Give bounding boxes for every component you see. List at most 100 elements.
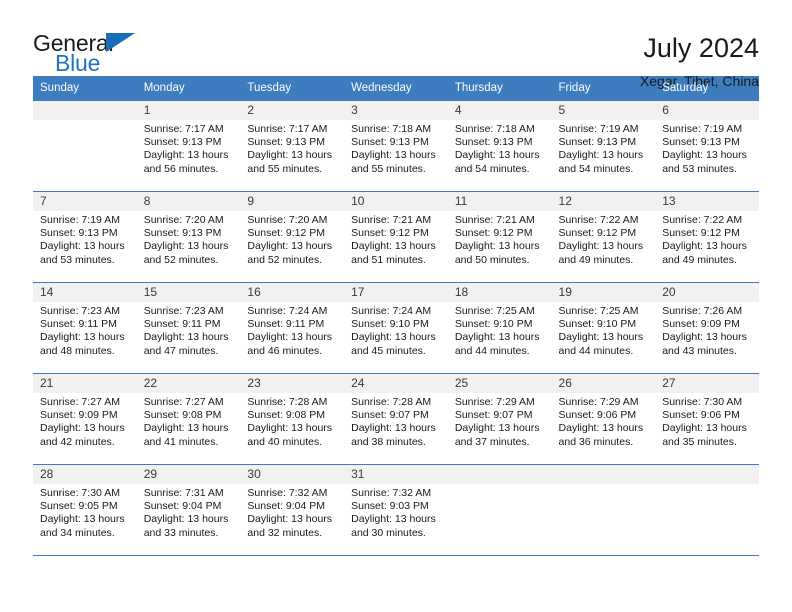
calendar-day-cell[interactable]: 13 Sunrise: 7:22 AM Sunset: 9:12 PM Dayligh… (655, 191, 759, 283)
sunrise-time: Sunrise: 7:29 AM (454, 396, 535, 408)
daylight-duration-line2: and 53 minutes. (662, 162, 737, 175)
sunset-time: Sunset: 9:10 PM (454, 318, 533, 331)
day-sun-info: Sunrise: 7:20 AM Sunset: 9:12 PM Daylight:… (240, 211, 344, 267)
calendar-day-cell[interactable]: 4 Sunrise: 7:18 AM Sunset: 9:13 PM Daylight… (447, 100, 552, 192)
day-number: 20 (655, 283, 759, 302)
sunrise-time: Sunrise: 7:30 AM (662, 396, 743, 408)
day-sun-info: Sunrise: 7:28 AM Sunset: 9:08 PM Daylight:… (240, 393, 344, 449)
sunset-time: Sunset: 9:13 PM (143, 136, 222, 149)
day-sun-info: Sunrise: 7:24 AM Sunset: 9:11 PM Daylight:… (240, 302, 344, 358)
calendar-day-cell[interactable]: 12 Sunrise: 7:22 AM Sunset: 9:12 PM Dayligh… (551, 191, 656, 283)
calendar-day-cell[interactable]: 7 Sunrise: 7:19 AM Sunset: 9:13 PM Daylight… (33, 191, 137, 283)
calendar-day-cell[interactable]: 26 Sunrise: 7:29 AM Sunset: 9:06 PM Dayligh… (551, 373, 656, 465)
day-number (551, 465, 656, 484)
daylight-duration-line2: and 50 minutes. (454, 253, 530, 266)
daylight-duration-line1: Daylight: 13 hours (454, 149, 540, 162)
day-sun-info: Sunrise: 7:21 AM Sunset: 9:12 PM Daylight:… (448, 211, 552, 267)
sunset-time: Sunset: 9:12 PM (247, 227, 326, 240)
day-number: 14 (33, 283, 137, 302)
calendar-day-cell[interactable]: 25 Sunrise: 7:29 AM Sunset: 9:07 PM Dayligh… (447, 373, 552, 465)
calendar-day-cell[interactable]: 18 Sunrise: 7:25 AM Sunset: 9:10 PM Dayligh… (447, 282, 552, 374)
calendar-day-cell[interactable]: 16 Sunrise: 7:24 AM Sunset: 9:11 PM Dayligh… (240, 282, 345, 374)
day-cell-inner: 18 Sunrise: 7:25 AM Sunset: 9:10 PM Dayligh… (447, 283, 552, 373)
calendar-day-cell[interactable]: 8 Sunrise: 7:20 AM Sunset: 9:13 PM Daylight… (136, 191, 241, 283)
daylight-duration-line2: and 45 minutes. (351, 344, 426, 357)
day-sun-info: Sunrise: 7:21 AM Sunset: 9:12 PM Daylight:… (344, 211, 448, 267)
daylight-duration-line1: Daylight: 13 hours (40, 331, 125, 344)
sunset-time: Sunset: 9:13 PM (351, 136, 429, 149)
sunrise-time: Sunrise: 7:18 AM (454, 123, 535, 135)
day-sun-info: Sunrise: 7:27 AM Sunset: 9:08 PM Daylight:… (137, 393, 241, 449)
calendar-day-cell[interactable]: 24 Sunrise: 7:28 AM Sunset: 9:07 PM Dayligh… (344, 373, 448, 465)
day-number: 29 (136, 465, 241, 484)
day-cell-inner: 29 Sunrise: 7:31 AM Sunset: 9:04 PM Dayligh… (136, 465, 241, 555)
day-cell-inner (655, 465, 759, 555)
daylight-duration-line1: Daylight: 13 hours (143, 149, 229, 162)
daylight-duration-line2: and 34 minutes. (40, 526, 115, 539)
daylight-duration-line1: Daylight: 13 hours (662, 422, 747, 435)
day-number: 23 (240, 374, 345, 393)
sunset-time: Sunset: 9:13 PM (454, 136, 533, 149)
daylight-duration-line2: and 32 minutes. (247, 526, 323, 539)
calendar-day-cell[interactable]: 3 Sunrise: 7:18 AM Sunset: 9:13 PM Daylight… (344, 100, 448, 192)
daylight-duration-line1: Daylight: 13 hours (247, 422, 333, 435)
calendar-day-cell[interactable]: 17 Sunrise: 7:24 AM Sunset: 9:10 PM Dayligh… (344, 282, 448, 374)
sunrise-time: Sunrise: 7:25 AM (454, 305, 535, 317)
sunset-time: Sunset: 9:12 PM (662, 227, 740, 240)
day-cell-inner: 2 Sunrise: 7:17 AM Sunset: 9:13 PM Daylight… (240, 101, 345, 191)
day-cell-inner: 22 Sunrise: 7:27 AM Sunset: 9:08 PM Dayligh… (136, 374, 241, 464)
calendar-day-cell[interactable]: 19 Sunrise: 7:25 AM Sunset: 9:10 PM Dayligh… (551, 282, 656, 374)
calendar-day-cell[interactable]: 10 Sunrise: 7:21 AM Sunset: 9:12 PM Dayligh… (344, 191, 448, 283)
calendar-day-cell[interactable]: 27 Sunrise: 7:30 AM Sunset: 9:06 PM Dayligh… (655, 373, 759, 465)
day-cell-inner: 20 Sunrise: 7:26 AM Sunset: 9:09 PM Dayligh… (655, 283, 759, 373)
daylight-duration-line2: and 56 minutes. (143, 162, 219, 175)
day-cell-inner: 7 Sunrise: 7:19 AM Sunset: 9:13 PM Daylight… (33, 192, 137, 282)
day-cell-inner: 16 Sunrise: 7:24 AM Sunset: 9:11 PM Dayligh… (240, 283, 345, 373)
calendar-day-cell[interactable]: 23 Sunrise: 7:28 AM Sunset: 9:08 PM Dayligh… (240, 373, 345, 465)
calendar-day-cell[interactable]: 20 Sunrise: 7:26 AM Sunset: 9:09 PM Dayligh… (655, 282, 759, 374)
calendar-day-cell[interactable]: 29 Sunrise: 7:31 AM Sunset: 9:04 PM Dayligh… (136, 464, 241, 555)
daylight-duration-line1: Daylight: 13 hours (351, 149, 436, 162)
day-sun-info: Sunrise: 7:30 AM Sunset: 9:06 PM Daylight:… (655, 393, 759, 449)
sunset-time: Sunset: 9:08 PM (143, 409, 222, 422)
calendar-day-cell[interactable]: 6 Sunrise: 7:19 AM Sunset: 9:13 PM Daylight… (655, 100, 759, 192)
general-blue-logo[interactable]: General Blue (33, 30, 143, 78)
day-sun-info: Sunrise: 7:23 AM Sunset: 9:11 PM Daylight:… (33, 302, 137, 358)
calendar-bottom-rule (33, 555, 759, 556)
day-sun-info: Sunrise: 7:18 AM Sunset: 9:13 PM Daylight:… (344, 120, 448, 176)
daylight-duration-line1: Daylight: 13 hours (247, 149, 333, 162)
day-sun-info: Sunrise: 7:27 AM Sunset: 9:09 PM Daylight:… (33, 393, 137, 449)
calendar-day-cell[interactable]: 11 Sunrise: 7:21 AM Sunset: 9:12 PM Dayligh… (447, 191, 552, 283)
sunrise-time: Sunrise: 7:27 AM (40, 396, 120, 408)
sunset-time: Sunset: 9:09 PM (662, 318, 740, 331)
calendar-day-cell[interactable]: 30 Sunrise: 7:32 AM Sunset: 9:04 PM Dayligh… (240, 464, 345, 555)
day-number: 28 (33, 465, 137, 484)
calendar-day-cell[interactable]: 9 Sunrise: 7:20 AM Sunset: 9:12 PM Daylight… (240, 191, 345, 283)
sunset-time: Sunset: 9:11 PM (40, 318, 117, 331)
calendar-day-cell[interactable]: 21 Sunrise: 7:27 AM Sunset: 9:09 PM Dayligh… (33, 373, 137, 465)
sunrise-time: Sunrise: 7:24 AM (247, 305, 328, 317)
day-cell-inner: 12 Sunrise: 7:22 AM Sunset: 9:12 PM Dayligh… (551, 192, 656, 282)
blue-triangle-flag-icon (106, 33, 135, 52)
calendar-day-cell[interactable]: 1 Sunrise: 7:17 AM Sunset: 9:13 PM Daylight… (136, 100, 241, 192)
calendar-day-cell[interactable]: 28 Sunrise: 7:30 AM Sunset: 9:05 PM Dayligh… (33, 464, 137, 555)
day-cell-inner: 21 Sunrise: 7:27 AM Sunset: 9:09 PM Dayligh… (33, 374, 137, 464)
daylight-duration-line1: Daylight: 13 hours (558, 149, 644, 162)
calendar-cell-empty (655, 464, 759, 555)
sunrise-sunset-calendar: Sunday Monday Tuesday Wednesday Thursday… (33, 76, 759, 555)
day-sun-info: Sunrise: 7:22 AM Sunset: 9:12 PM Daylight:… (655, 211, 759, 267)
calendar-day-cell[interactable]: 22 Sunrise: 7:27 AM Sunset: 9:08 PM Dayligh… (136, 373, 241, 465)
calendar-day-cell[interactable]: 31 Sunrise: 7:32 AM Sunset: 9:03 PM Dayligh… (344, 464, 448, 555)
sunset-time: Sunset: 9:10 PM (558, 318, 637, 331)
calendar-day-cell[interactable]: 2 Sunrise: 7:17 AM Sunset: 9:13 PM Daylight… (240, 100, 345, 192)
day-number: 13 (655, 192, 759, 211)
daylight-duration-line1: Daylight: 13 hours (143, 240, 229, 253)
weekday-header-monday: Monday (136, 76, 241, 101)
day-cell-inner: 15 Sunrise: 7:23 AM Sunset: 9:11 PM Dayligh… (136, 283, 241, 373)
calendar-day-cell[interactable]: 5 Sunrise: 7:19 AM Sunset: 9:13 PM Daylight… (551, 100, 656, 192)
day-cell-inner: 1 Sunrise: 7:17 AM Sunset: 9:13 PM Daylight… (136, 101, 241, 191)
calendar-day-cell[interactable]: 15 Sunrise: 7:23 AM Sunset: 9:11 PM Dayligh… (136, 282, 241, 374)
sunrise-time: Sunrise: 7:22 AM (662, 214, 743, 226)
calendar-day-cell[interactable]: 14 Sunrise: 7:23 AM Sunset: 9:11 PM Dayligh… (33, 282, 137, 374)
sunset-time: Sunset: 9:10 PM (351, 318, 429, 331)
